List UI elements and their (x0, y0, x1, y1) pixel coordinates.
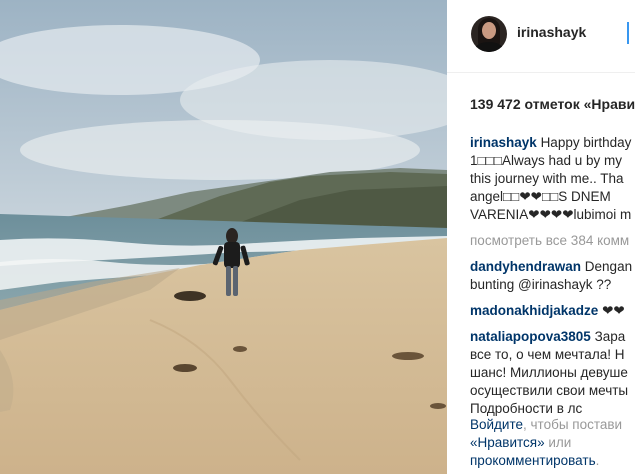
comment-username[interactable]: dandyhendrawan (470, 259, 581, 274)
beach-photo (0, 0, 447, 474)
comment-item: nataliapopova3805 Зара все то, о чем меч… (470, 328, 635, 418)
login-text: , чтобы постави (523, 417, 623, 432)
login-prompt: Войдите, чтобы постави «Нравится» или пр… (470, 416, 635, 470)
comment-link[interactable]: прокомментировать (470, 453, 596, 468)
view-all-comments-link[interactable]: посмотреть все 384 комм (470, 232, 635, 250)
post-side-panel: irinashayk 139 472 отметок «Нравится» ir… (447, 0, 635, 474)
or-text: или (544, 435, 572, 450)
caption-username[interactable]: irinashayk (470, 135, 537, 150)
comments-section: irinashayk Happy birthday 1□□□Always had… (470, 134, 635, 418)
caption-line: irinashayk Happy birthday (470, 134, 635, 152)
comment-text: все то, о чем мечтала! Н (470, 347, 625, 362)
comment-text: ❤❤ (602, 303, 625, 318)
comment-text: Dengan (584, 259, 633, 274)
post-username[interactable]: irinashayk (517, 24, 586, 40)
period-text: . (595, 453, 600, 468)
caption-text: Happy birthday (540, 135, 632, 150)
post-photo[interactable] (0, 0, 447, 474)
comment-text: bunting @irinashayk ?? (470, 277, 612, 292)
avatar[interactable] (471, 16, 507, 52)
comment-text: осуществили свои мечты (470, 383, 629, 398)
caption-line: VARENIA❤❤❤❤lubimoi m (470, 207, 632, 222)
comment-text: Зара (594, 329, 626, 344)
comment-username[interactable]: nataliapopova3805 (470, 329, 591, 344)
comment-item: dandyhendrawan Dengan bunting @irinashay… (470, 258, 635, 294)
follow-button[interactable] (627, 22, 635, 44)
caption-line: angel□□❤❤□□S DNEM (470, 189, 611, 204)
caption-line: 1□□□Always had u by my (470, 153, 623, 168)
likes-count[interactable]: 139 472 отметок «Нравится» (470, 96, 635, 112)
login-link[interactable]: Войдите (470, 417, 523, 432)
comment-username[interactable]: madonakhidjakadze (470, 303, 598, 318)
post-header: irinashayk (447, 0, 635, 73)
comment-item: madonakhidjakadze ❤❤ (470, 302, 635, 320)
caption-line: this journey with me.. Tha (470, 171, 624, 186)
like-link[interactable]: «Нравится» (470, 435, 545, 450)
comment-text: шанс! Миллионы девуше (470, 365, 628, 380)
